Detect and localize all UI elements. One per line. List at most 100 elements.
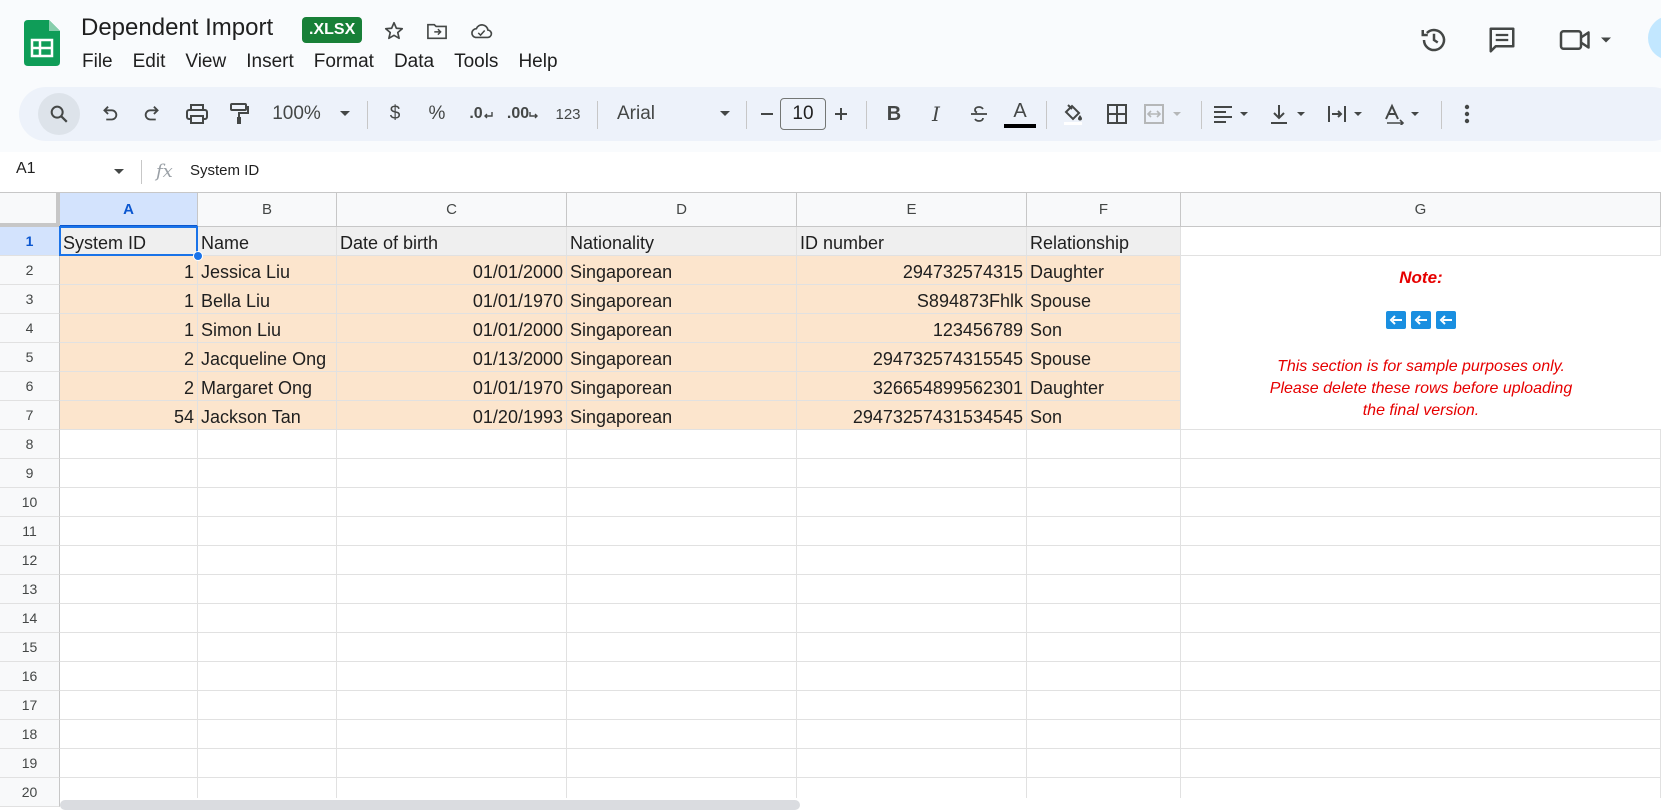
row-header-6[interactable]: 6 xyxy=(0,372,60,401)
row-header-11[interactable]: 11 xyxy=(0,517,60,546)
column-header-d[interactable]: D xyxy=(567,193,797,227)
empty-cell[interactable] xyxy=(567,488,797,517)
empty-cell[interactable] xyxy=(60,662,198,691)
empty-cell[interactable] xyxy=(337,459,567,488)
meet-call-icon[interactable] xyxy=(1556,22,1616,58)
header-cell[interactable]: ID number xyxy=(797,227,1027,256)
chevron-down-icon[interactable] xyxy=(113,168,125,175)
menu-tools[interactable]: Tools xyxy=(444,50,508,74)
row-header-5[interactable]: 5 xyxy=(0,343,60,372)
table-cell[interactable]: Daughter xyxy=(1027,372,1181,401)
horizontal-align-icon[interactable] xyxy=(1209,87,1263,141)
row-header-10[interactable]: 10 xyxy=(0,488,60,517)
empty-cell[interactable] xyxy=(1181,604,1661,633)
header-cell[interactable]: Name xyxy=(198,227,337,256)
table-cell[interactable]: 54 xyxy=(60,401,198,430)
name-box[interactable]: A1 xyxy=(16,160,36,178)
empty-cell[interactable] xyxy=(198,662,337,691)
formula-input[interactable]: System ID xyxy=(190,162,259,179)
decrease-decimal-button[interactable]: .0 xyxy=(461,87,501,141)
select-all-corner[interactable] xyxy=(0,193,60,227)
menu-data[interactable]: Data xyxy=(384,50,444,74)
table-cell[interactable]: Daughter xyxy=(1027,256,1181,285)
scrollbar-thumb[interactable] xyxy=(60,800,800,810)
empty-cell[interactable] xyxy=(337,749,567,778)
table-cell[interactable]: 294732574315545 xyxy=(797,343,1027,372)
empty-cell[interactable] xyxy=(1027,662,1181,691)
search-menus-button[interactable] xyxy=(38,93,80,135)
text-color-button[interactable]: A xyxy=(1001,87,1039,141)
menu-format[interactable]: Format xyxy=(304,50,384,74)
empty-cell[interactable] xyxy=(797,459,1027,488)
table-cell[interactable]: 01/01/2000 xyxy=(337,256,567,285)
empty-cell[interactable] xyxy=(198,488,337,517)
header-cell[interactable]: Date of birth xyxy=(337,227,567,256)
menu-help[interactable]: Help xyxy=(508,50,567,74)
text-wrapping-icon[interactable] xyxy=(1323,87,1377,141)
empty-cell[interactable] xyxy=(797,575,1027,604)
empty-cell[interactable] xyxy=(797,488,1027,517)
empty-cell[interactable] xyxy=(337,604,567,633)
empty-cell[interactable] xyxy=(1027,546,1181,575)
empty-cell[interactable] xyxy=(198,575,337,604)
empty-cell[interactable] xyxy=(567,430,797,459)
empty-cell[interactable] xyxy=(337,546,567,575)
move-folder-icon[interactable] xyxy=(423,17,451,45)
empty-cell[interactable] xyxy=(1181,749,1661,778)
table-cell[interactable]: 2 xyxy=(60,343,198,372)
row-header-14[interactable]: 14 xyxy=(0,604,60,633)
empty-cell[interactable] xyxy=(60,604,198,633)
row-header-13[interactable]: 13 xyxy=(0,575,60,604)
table-cell[interactable]: S894873Fhlk xyxy=(797,285,1027,314)
more-options-icon[interactable] xyxy=(1449,87,1485,141)
column-header-a[interactable]: A xyxy=(60,193,198,227)
row-header-20[interactable]: 20 xyxy=(0,778,60,807)
table-cell[interactable]: 01/20/1993 xyxy=(337,401,567,430)
empty-cell[interactable] xyxy=(797,633,1027,662)
table-cell[interactable]: Singaporean xyxy=(567,343,797,372)
empty-cell[interactable] xyxy=(1027,430,1181,459)
empty-cell[interactable] xyxy=(1181,546,1661,575)
empty-cell[interactable] xyxy=(198,459,337,488)
font-size-input[interactable]: 10 xyxy=(780,98,826,130)
table-cell[interactable]: Jacqueline Ong xyxy=(198,343,337,372)
empty-cell[interactable] xyxy=(1027,517,1181,546)
empty-cell[interactable] xyxy=(797,662,1027,691)
empty-cell[interactable] xyxy=(198,604,337,633)
menu-file[interactable]: File xyxy=(82,50,123,74)
table-cell[interactable]: Spouse xyxy=(1027,343,1181,372)
table-cell[interactable]: 01/01/1970 xyxy=(337,372,567,401)
empty-cell[interactable] xyxy=(1181,720,1661,749)
undo-icon[interactable] xyxy=(89,87,129,141)
empty-cell[interactable] xyxy=(337,517,567,546)
column-header-c[interactable]: C xyxy=(337,193,567,227)
row-header-16[interactable]: 16 xyxy=(0,662,60,691)
strikethrough-icon[interactable] xyxy=(960,87,998,141)
fill-color-icon[interactable] xyxy=(1053,87,1093,141)
table-cell[interactable]: 01/01/2000 xyxy=(337,314,567,343)
empty-cell[interactable] xyxy=(60,575,198,604)
header-cell[interactable]: Nationality xyxy=(567,227,797,256)
empty-cell[interactable] xyxy=(1181,459,1661,488)
empty-cell[interactable] xyxy=(1027,575,1181,604)
table-cell[interactable]: 1 xyxy=(60,314,198,343)
table-cell[interactable]: 01/13/2000 xyxy=(337,343,567,372)
empty-cell[interactable] xyxy=(797,517,1027,546)
row-header-1[interactable]: 1 xyxy=(0,227,60,256)
empty-cell[interactable] xyxy=(1027,720,1181,749)
format-currency-button[interactable]: $ xyxy=(377,87,413,141)
fill-handle[interactable] xyxy=(193,251,203,261)
text-rotation-icon[interactable] xyxy=(1380,87,1434,141)
empty-cell[interactable] xyxy=(567,691,797,720)
empty-cell[interactable] xyxy=(797,604,1027,633)
empty-cell[interactable] xyxy=(797,430,1027,459)
redo-icon[interactable] xyxy=(133,87,173,141)
empty-cell[interactable] xyxy=(60,459,198,488)
table-cell[interactable]: Jackson Tan xyxy=(198,401,337,430)
more-formats-button[interactable]: 123 xyxy=(547,87,589,141)
version-history-icon[interactable] xyxy=(1416,22,1452,58)
comments-icon[interactable] xyxy=(1484,22,1520,58)
empty-cell[interactable] xyxy=(1027,691,1181,720)
sheets-logo-icon[interactable] xyxy=(24,20,60,66)
empty-cell[interactable] xyxy=(1181,662,1661,691)
